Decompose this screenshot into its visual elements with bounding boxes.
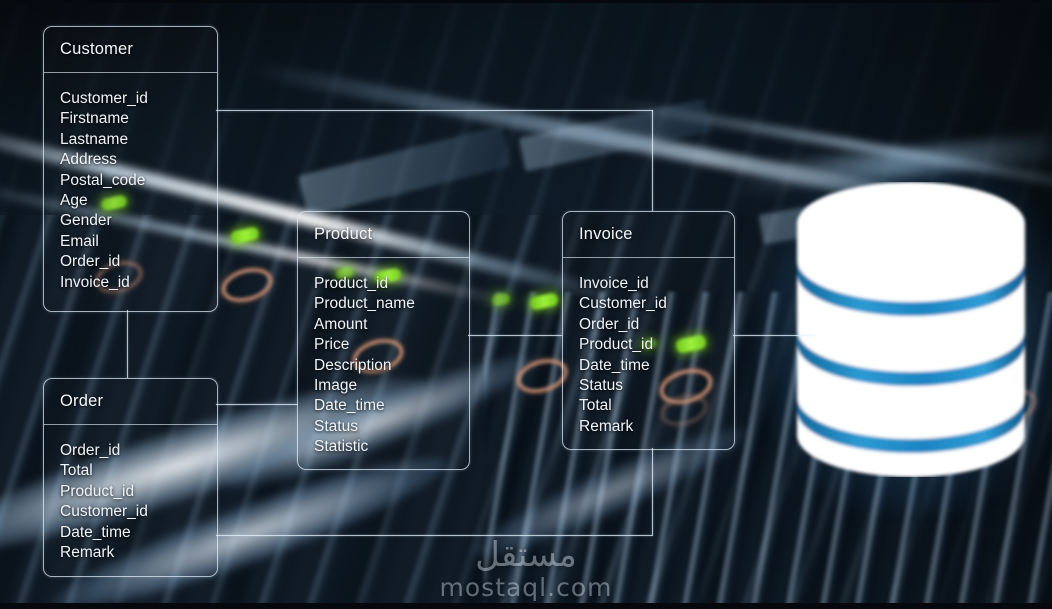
attribute: Date_time xyxy=(314,397,385,415)
attribute: Order_id xyxy=(60,253,121,271)
connector-customer-to-order xyxy=(127,310,128,378)
attribute: Product_id xyxy=(579,336,654,354)
attribute: Product_name xyxy=(314,295,415,313)
entity-product-header: Product xyxy=(298,212,469,258)
attribute: Customer_id xyxy=(579,295,667,313)
attribute: Firstname xyxy=(60,110,129,128)
connector-invoice-to-database xyxy=(733,335,815,336)
entity-product[interactable]: Product Product_id Product_name Amount P… xyxy=(297,211,470,470)
connector-order-to-invoice-rise xyxy=(652,448,653,535)
entity-customer-header: Customer xyxy=(44,27,217,73)
attribute: Product_id xyxy=(60,482,135,500)
entity-order-title: Order xyxy=(60,392,104,410)
attribute: Invoice_id xyxy=(579,275,649,292)
entity-invoice-header: Invoice xyxy=(563,212,734,258)
entity-customer-attributes: Customer_id Firstname Lastname Address P… xyxy=(44,73,217,305)
watermark: مستقل mostaql.com xyxy=(0,536,1052,601)
attribute: Status xyxy=(579,377,623,395)
screenshot-root: Customer Customer_id Firstname Lastname … xyxy=(0,0,1052,609)
watermark-latin: mostaql.com xyxy=(439,573,613,602)
attribute: Image xyxy=(314,377,358,395)
attribute: Date_time xyxy=(579,356,650,374)
attribute: Order_id xyxy=(579,315,640,333)
entity-product-attributes: Product_id Product_name Amount Price Des… xyxy=(298,258,469,470)
connector-customer-to-invoice-drop xyxy=(652,110,653,211)
entity-customer-title: Customer xyxy=(60,40,134,58)
entity-product-title: Product xyxy=(314,225,373,243)
attribute: Amount xyxy=(314,315,368,333)
attribute: Postal_code xyxy=(60,171,146,189)
attribute: Statistic xyxy=(314,438,369,456)
connector-product-to-invoice xyxy=(468,335,562,336)
attribute: Invoice_id xyxy=(60,273,130,291)
attribute: Status xyxy=(314,417,358,435)
attribute: Customer_id xyxy=(60,503,148,521)
connector-order-to-product xyxy=(216,404,298,405)
attribute: Remark xyxy=(579,417,634,435)
attribute: Total xyxy=(579,397,612,415)
attribute: Customer_id xyxy=(60,90,148,107)
attribute: Order_id xyxy=(60,442,121,459)
entity-invoice[interactable]: Invoice Invoice_id Customer_id Order_id … xyxy=(562,211,735,450)
entity-order-header: Order xyxy=(44,379,217,425)
attribute: Total xyxy=(60,462,93,480)
entity-invoice-attributes: Invoice_id Customer_id Order_id Product_… xyxy=(563,258,734,449)
entity-customer[interactable]: Customer Customer_id Firstname Lastname … xyxy=(43,26,218,312)
attribute: Price xyxy=(314,336,350,354)
attribute: Gender xyxy=(60,212,112,230)
attribute: Description xyxy=(314,356,392,374)
er-diagram: Customer Customer_id Firstname Lastname … xyxy=(0,0,1052,609)
connector-customer-to-invoice xyxy=(216,110,653,111)
attribute: Email xyxy=(60,232,99,250)
attribute: Lastname xyxy=(60,130,129,148)
watermark-arabic: مستقل xyxy=(475,535,577,575)
attribute: Address xyxy=(60,151,117,169)
entity-invoice-title: Invoice xyxy=(579,225,633,243)
attribute: Product_id xyxy=(314,275,389,292)
attribute: Age xyxy=(60,192,88,210)
